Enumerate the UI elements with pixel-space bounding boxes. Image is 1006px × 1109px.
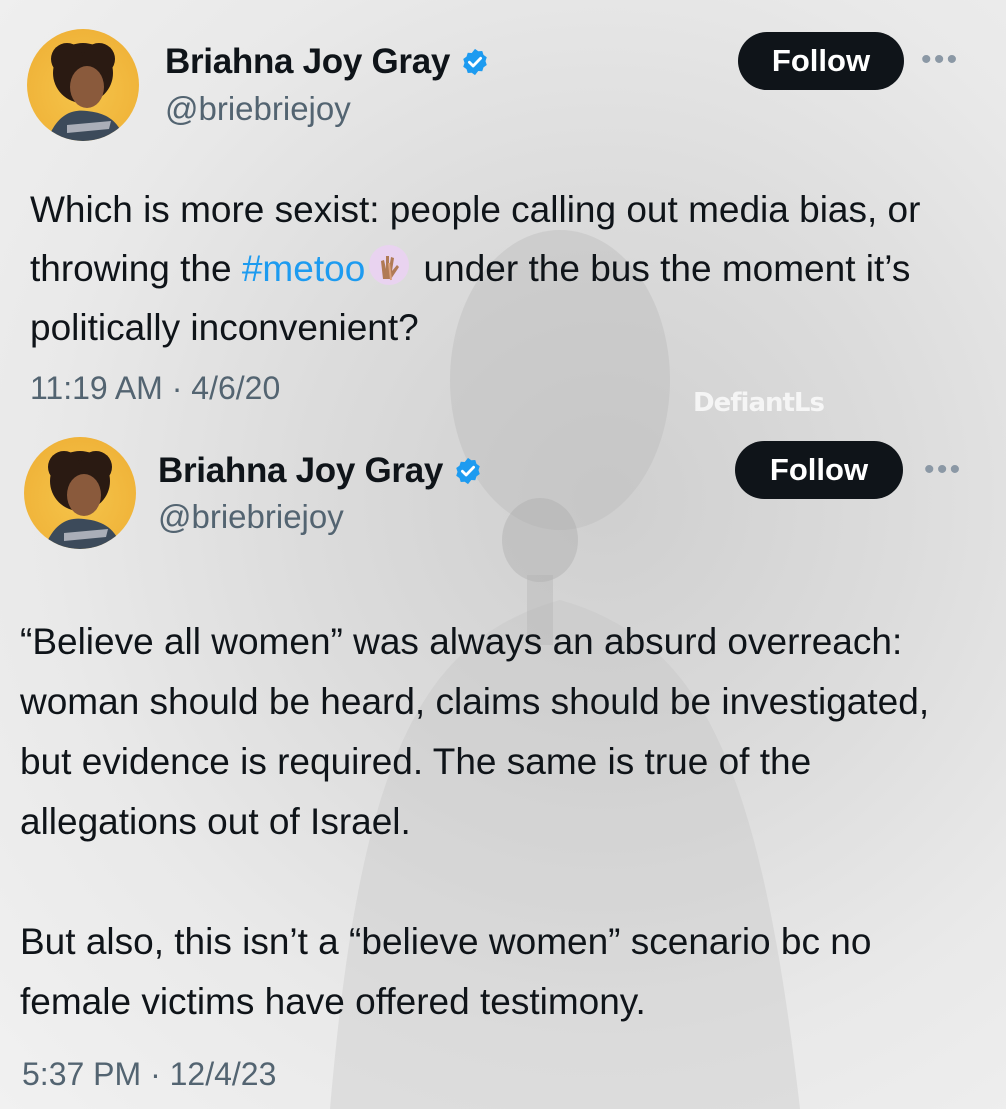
avatar[interactable] [24,437,136,549]
display-name-text: Briahna Joy Gray [165,42,451,81]
tweet-paragraph: “Believe all women” was always an absurd… [20,621,930,842]
tweet-timestamp[interactable]: 11:19 AM · 4/6/20 [30,370,280,407]
tweet-paragraph: But also, this isn’t a “believe women” s… [20,921,872,1022]
tweet-card: Briahna Joy Gray @briebriejoy Follow • •… [0,0,1006,425]
avatar-image [44,451,122,549]
tweet-card: Briahna Joy Gray @briebriejoy Follow • •… [0,425,1006,1109]
tweet-text: “Believe all women” was always an absurd… [20,612,990,1032]
hashtag-link[interactable]: #metoo [242,248,365,289]
user-handle[interactable]: @briebriejoy [158,498,344,536]
display-name[interactable]: Briahna Joy Gray [158,451,483,491]
watermark-text: DefiantLs [693,388,825,418]
more-horizontal-icon[interactable]: • • • [924,455,960,485]
verified-badge-icon [456,457,480,485]
display-name[interactable]: Briahna Joy Gray [165,42,490,82]
avatar-image [47,43,125,141]
tweet-timestamp[interactable]: 5:37 PM · 12/4/23 [22,1056,276,1093]
user-handle[interactable]: @briebriejoy [165,90,351,128]
follow-button[interactable]: Follow [735,441,903,499]
verified-badge-icon [463,48,487,76]
follow-button[interactable]: Follow [738,32,904,90]
more-horizontal-icon[interactable]: • • • [921,45,957,75]
display-name-text: Briahna Joy Gray [158,451,444,490]
tweet-text: Which is more sexist: people calling out… [30,180,990,357]
raised-hands-emoji-icon [369,245,410,285]
avatar[interactable] [27,29,139,141]
